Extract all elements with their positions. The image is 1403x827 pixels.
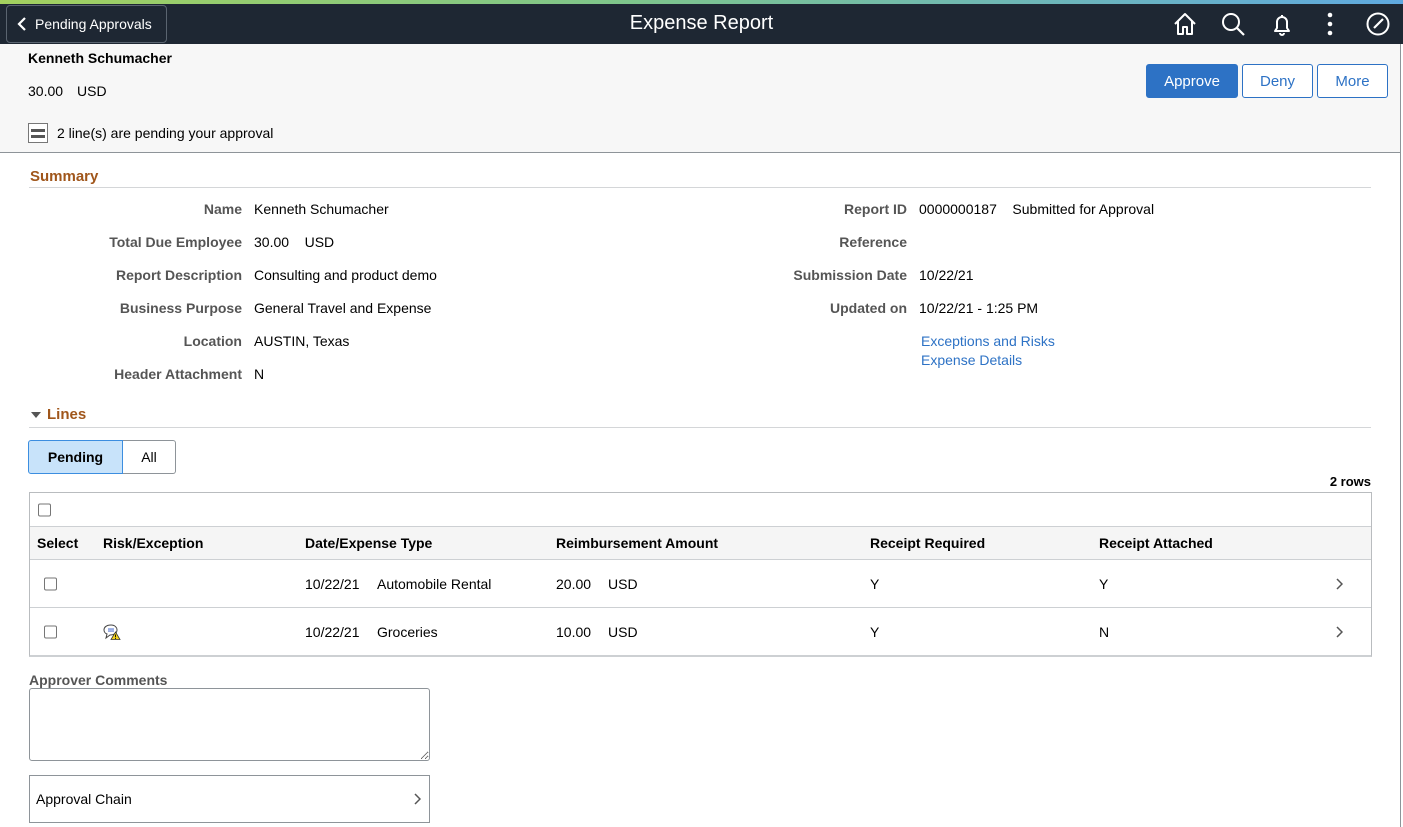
field-value-location: AUSTIN, Texas — [254, 333, 350, 349]
column-header-select: Select — [37, 535, 79, 551]
notification-bell-icon[interactable] — [1269, 11, 1295, 37]
summary-divider — [29, 187, 1371, 188]
filter-all-button[interactable]: All — [123, 440, 176, 474]
deny-button[interactable]: Deny — [1242, 64, 1313, 98]
row-select-checkbox[interactable] — [44, 577, 57, 590]
field-label-name: Name — [203, 201, 242, 217]
lines-section-toggle[interactable]: Lines — [30, 406, 86, 423]
chevron-right-icon — [414, 793, 421, 805]
field-label-updated-on: Updated on — [830, 300, 907, 316]
summary-section-title: Summary — [30, 168, 99, 185]
amount-value: 30.00 — [28, 83, 64, 99]
row-currency: USD — [608, 575, 638, 592]
select-all-checkbox[interactable] — [38, 503, 51, 516]
home-icon[interactable] — [1172, 11, 1198, 37]
exceptions-and-risks-link[interactable]: Exceptions and Risks — [921, 333, 1055, 349]
employee-name: Kenneth Schumacher — [28, 50, 172, 66]
navbar-compass-icon[interactable] — [1365, 11, 1391, 37]
actions-menu-icon[interactable] — [1317, 11, 1343, 37]
row-expense-type: Automobile Rental — [377, 575, 492, 592]
column-header-reimbursement-amount: Reimbursement Amount — [556, 535, 719, 551]
approval-chain-label: Approval Chain — [36, 791, 132, 807]
field-label-submission-date: Submission Date — [793, 267, 907, 283]
header-panel: Kenneth Schumacher 30.00 USD 2 line(s) ar… — [0, 44, 1400, 153]
field-value-business-purpose: General Travel and Expense — [254, 300, 432, 316]
table-row[interactable]: 10/22/21 Automobile Rental 20.00 USD Y Y — [30, 560, 1371, 608]
field-label-report-description: Report Description — [115, 267, 242, 283]
field-label-location: Location — [183, 333, 242, 349]
column-header-receipt-required: Receipt Required — [870, 535, 986, 551]
column-header-date-expense-type: Date/Expense Type — [305, 535, 433, 551]
row-currency: USD — [608, 624, 638, 640]
column-header-risk-exception: Risk/Exception — [103, 535, 204, 551]
pending-message-text: 2 line(s) are pending your approval — [57, 125, 274, 141]
lines-filter-group: Pending All — [28, 440, 176, 474]
lines-section-title: Lines — [47, 406, 87, 423]
top-navbar: Pending Approvals Expense Report — [0, 4, 1403, 44]
row-select-checkbox[interactable] — [44, 625, 57, 639]
grid-header-row: Select Risk/Exception Date/Expense Type … — [30, 527, 1371, 560]
expense-details-link[interactable]: Expense Details — [921, 352, 1022, 368]
row-count: 2 rows — [1329, 474, 1371, 489]
field-value-total-due: 30.00 USD — [254, 234, 335, 250]
chevron-right-icon[interactable] — [1335, 626, 1343, 638]
total-amount: 30.00 USD — [28, 83, 121, 99]
approver-comments-textarea[interactable] — [29, 688, 430, 761]
column-header-receipt-attached: Receipt Attached — [1099, 535, 1213, 551]
list-icon — [28, 123, 48, 143]
lines-divider — [29, 427, 1371, 428]
field-value-header-attachment: N — [254, 366, 265, 382]
row-receipt-attached: N — [1099, 624, 1110, 640]
row-receipt-required: Y — [870, 575, 880, 592]
search-icon[interactable] — [1220, 11, 1246, 37]
row-receipt-attached: Y — [1099, 575, 1109, 592]
field-value-name: Kenneth Schumacher — [254, 201, 389, 217]
row-amount: 10.00 — [556, 624, 592, 640]
field-label-header-attachment: Header Attachment — [114, 366, 242, 382]
more-button[interactable]: More — [1317, 64, 1388, 98]
field-value-report-id: 0000000187 Submitted for Approval — [919, 201, 1155, 217]
collapse-triangle-icon — [31, 411, 41, 418]
approve-button[interactable]: Approve — [1146, 64, 1238, 98]
chevron-left-icon — [17, 17, 26, 31]
field-value-report-description: Consulting and product demo — [254, 267, 437, 283]
table-row[interactable]: 10/22/21 Groceries 10.00 USD Y N — [30, 608, 1371, 656]
back-button-label: Pending Approvals — [35, 16, 152, 32]
pending-lines-message: 2 line(s) are pending your approval — [28, 123, 273, 143]
row-date: 10/22/21 — [305, 575, 360, 592]
exception-warning-icon[interactable] — [103, 624, 121, 640]
field-label-total-due: Total Due Employee — [109, 234, 242, 250]
row-date: 10/22/21 — [305, 624, 360, 640]
field-label-reference: Reference — [839, 234, 907, 250]
filter-pending-button[interactable]: Pending — [28, 440, 123, 474]
field-value-submission-date: 10/22/21 — [919, 267, 974, 283]
lines-grid: Select Risk/Exception Date/Expense Type … — [29, 492, 1372, 657]
approval-chain-button[interactable]: Approval Chain — [29, 775, 430, 823]
field-label-business-purpose: Business Purpose — [119, 300, 242, 316]
chevron-right-icon[interactable] — [1335, 577, 1343, 590]
approver-comments-label: Approver Comments — [29, 672, 168, 688]
row-amount: 20.00 — [556, 575, 592, 592]
amount-currency: USD — [77, 83, 107, 99]
field-label-report-id: Report ID — [844, 201, 907, 217]
row-expense-type: Groceries — [377, 624, 438, 640]
field-value-updated-on: 10/22/21 - 1:25 PM — [919, 300, 1039, 316]
back-button[interactable]: Pending Approvals — [6, 5, 167, 43]
grid-toolbar — [30, 493, 1371, 527]
row-receipt-required: Y — [870, 624, 880, 640]
